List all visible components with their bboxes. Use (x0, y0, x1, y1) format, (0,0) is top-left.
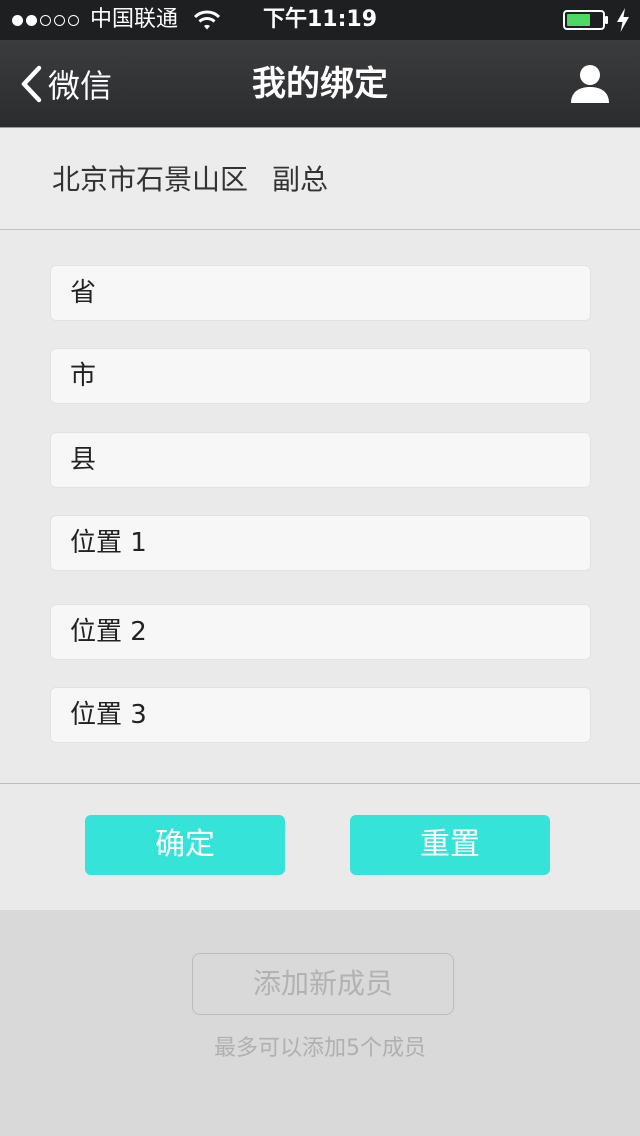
location-2-field[interactable] (50, 604, 591, 660)
county-field[interactable] (50, 432, 591, 488)
confirm-button[interactable]: 确定 (85, 815, 285, 875)
location-header: 北京市石景山区 副总 (0, 128, 640, 230)
battery-icon (563, 10, 608, 30)
divider (0, 783, 640, 784)
location-1-input[interactable] (51, 516, 590, 570)
province-field[interactable] (50, 265, 591, 321)
location-3-field[interactable] (50, 687, 591, 743)
clock: 下午11:19 (262, 7, 378, 32)
location-3-input[interactable] (51, 688, 590, 742)
charging-bolt-icon (617, 8, 629, 32)
location-area: 北京市石景山区 (52, 163, 249, 196)
page-title: 我的绑定 (252, 64, 388, 104)
city-field[interactable] (50, 348, 591, 404)
status-bar: 中国联通 下午11:19 (0, 0, 640, 40)
county-input[interactable] (51, 433, 590, 487)
location-2-input[interactable] (51, 605, 590, 659)
city-input[interactable] (51, 349, 590, 403)
add-member-hint: 最多可以添加5个成员 (214, 1036, 426, 1061)
province-input[interactable] (51, 266, 590, 320)
location-role: 副总 (272, 163, 329, 196)
reset-button[interactable]: 重置 (350, 815, 550, 875)
location-1-field[interactable] (50, 515, 591, 571)
location-info: 北京市石景山区 副总 (52, 162, 328, 198)
add-member-button[interactable]: 添加新成员 (192, 953, 454, 1015)
user-icon[interactable] (568, 62, 612, 106)
navigation-bar: 微信 我的绑定 (0, 40, 640, 128)
binding-panel: 北京市石景山区副总 确定 重置 (0, 128, 640, 910)
